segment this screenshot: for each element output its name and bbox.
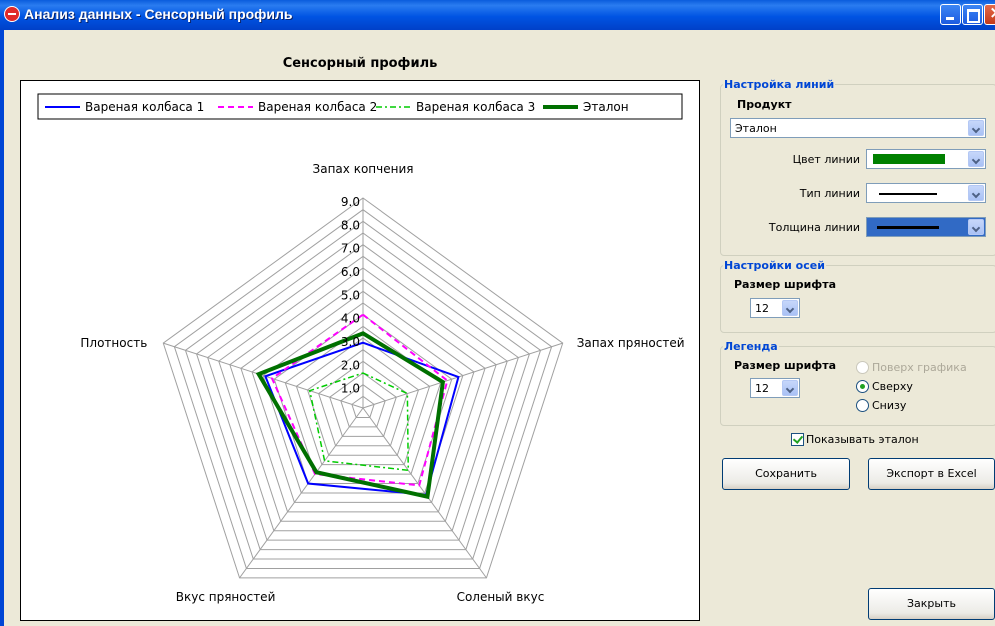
- chart-area: 1.0 2.0 3.0 4.0 5.0 6.0 7.0 8.0 9.0 Запах копчени…: [20, 80, 700, 621]
- radio-over-chart-label: Поверх графика: [872, 361, 967, 374]
- line-color-select[interactable]: [866, 149, 986, 169]
- legend-font-size-label: Размер шрифта: [734, 359, 837, 372]
- legend-label: Вареная колбаса 3: [416, 100, 535, 114]
- radio-bottom[interactable]: [856, 399, 869, 412]
- chevron-down-icon[interactable]: [968, 185, 984, 201]
- chevron-down-icon[interactable]: [782, 380, 798, 396]
- radio-selected-dot: [860, 384, 865, 389]
- radio-bottom-label: Снизу: [872, 399, 907, 412]
- close-window-button[interactable]: [984, 3, 995, 25]
- tick-label: 6.0: [341, 265, 360, 279]
- radio-top-label: Сверху: [872, 380, 913, 393]
- line-color-label: Цвет линии: [792, 153, 860, 166]
- legend-font-size-value: 12: [755, 382, 769, 395]
- line-thickness-label: Толщина линии: [768, 221, 860, 234]
- window-border: [0, 30, 4, 626]
- tick-label: 3.0: [341, 335, 360, 349]
- tick-label: 9.0: [341, 195, 360, 209]
- axis-font-size-value: 12: [755, 302, 769, 315]
- chevron-down-icon[interactable]: [968, 219, 984, 235]
- save-button[interactable]: Сохранить: [722, 458, 850, 490]
- radar-chart: 1.0 2.0 3.0 4.0 5.0 6.0 7.0 8.0 9.0 Запах копчени…: [37, 93, 685, 604]
- axis-settings-group: Настройки осей: [720, 259, 995, 333]
- axis-label: Вкус пряностей: [176, 590, 276, 604]
- tick-label: 1.0: [341, 382, 360, 396]
- legend-label: Вареная колбаса 1: [85, 100, 204, 114]
- axis-font-size-select[interactable]: 12: [750, 298, 800, 318]
- tick-label: 2.0: [341, 358, 360, 372]
- legend-label: Эталон: [583, 100, 629, 114]
- show-reference-label: Показывать эталон: [806, 433, 919, 446]
- color-swatch: [873, 154, 945, 164]
- solid-line-preview: [879, 193, 937, 195]
- axis-font-size-label: Размер шрифта: [734, 278, 837, 291]
- radio-top[interactable]: [856, 380, 869, 393]
- show-reference-checkbox[interactable]: [791, 433, 804, 446]
- legend-settings-legend: Легенда: [724, 340, 778, 353]
- axis-settings-legend: Настройки осей: [724, 259, 825, 272]
- window-title: Анализ данных - Сенсорный профиль: [24, 6, 293, 22]
- minimize-button[interactable]: [940, 4, 961, 25]
- line-type-label: Тип линии: [799, 187, 860, 200]
- product-select-value: Эталон: [735, 122, 777, 135]
- tick-label: 8.0: [341, 218, 360, 232]
- product-label: Продукт: [737, 98, 792, 111]
- title-bar: Анализ данных - Сенсорный профиль: [0, 0, 995, 30]
- close-button[interactable]: Закрыть: [868, 588, 995, 620]
- chevron-down-icon[interactable]: [782, 300, 798, 316]
- line-settings-legend: Настройка линий: [724, 78, 835, 91]
- chart-title: Сенсорный профиль: [282, 56, 438, 71]
- export-excel-button[interactable]: Экспорт в Excel: [868, 458, 995, 490]
- tick-label: 4.0: [341, 312, 360, 326]
- app-icon: [4, 6, 20, 22]
- axis-label: Запах пряностей: [577, 336, 685, 350]
- line-thickness-select[interactable]: [866, 217, 986, 237]
- axis-label: Соленый вкус: [457, 590, 545, 604]
- maximize-button[interactable]: [962, 4, 983, 25]
- tick-label: 7.0: [341, 242, 360, 256]
- axis-label: Плотность: [80, 336, 147, 350]
- legend-label: Вареная колбаса 2: [258, 100, 377, 114]
- tick-label: 5.0: [341, 288, 360, 302]
- product-select[interactable]: Эталон: [730, 118, 986, 138]
- chevron-down-icon[interactable]: [968, 120, 984, 136]
- line-type-select[interactable]: [866, 183, 986, 203]
- legend-font-size-select[interactable]: 12: [750, 378, 800, 398]
- chevron-down-icon[interactable]: [968, 151, 984, 167]
- thick-line-preview: [877, 226, 939, 229]
- radio-over-chart[interactable]: [856, 361, 869, 374]
- axis-label: Запах копчения: [313, 162, 414, 176]
